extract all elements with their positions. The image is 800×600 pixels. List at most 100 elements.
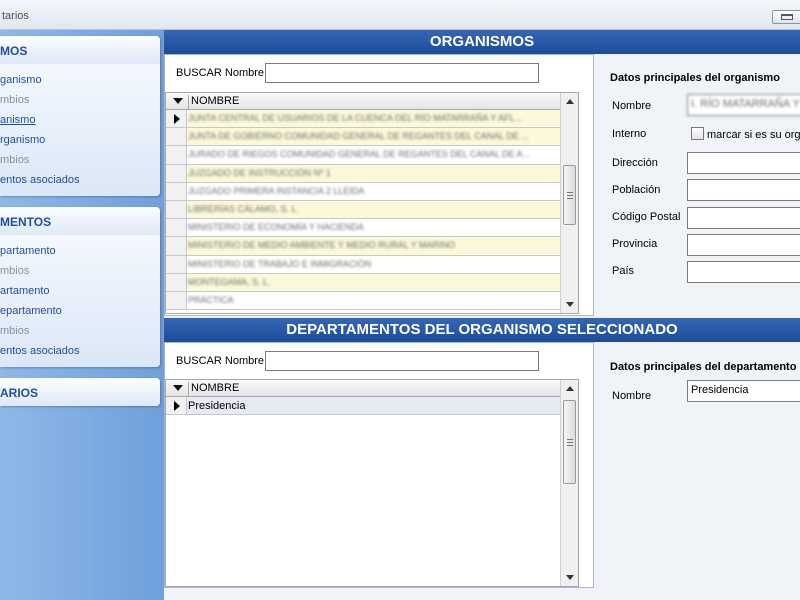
- table-row[interactable]: JUNTA DE GOBIERNO COMUNIDAD GENERAL DE R…: [166, 128, 578, 147]
- sidebar-group-organismos: MOS ganismo mbios anismo rganismo mbios …: [0, 36, 160, 196]
- organismos-list-pane: BUSCAR Nombre NOMBRE JUNTA CENTRAL DE US…: [164, 54, 594, 316]
- organismos-scrollbar[interactable]: [560, 93, 578, 313]
- sidebar-group-body: ganismo mbios anismo rganismo mbios ento…: [0, 64, 160, 196]
- row-header[interactable]: [166, 146, 187, 164]
- departamento-details: Datos principales del departamento Nombr…: [594, 342, 800, 588]
- scroll-up-icon[interactable]: [566, 99, 574, 104]
- sidebar-item-borrar-departamento[interactable]: epartamento: [0, 301, 160, 321]
- restore-button[interactable]: [772, 10, 800, 24]
- departamentos-search-input[interactable]: [265, 351, 539, 371]
- table-row[interactable]: JURADO DE RIEGOS COMUNIDAD GENERAL DE RE…: [166, 146, 578, 165]
- departamentos-rows: Presidencia: [166, 397, 578, 416]
- sidebar-item-editar-departamento[interactable]: artamento: [0, 281, 160, 301]
- scroll-up-icon[interactable]: [566, 386, 574, 391]
- organismos-search-input[interactable]: [265, 63, 539, 83]
- table-cell: LIBRERÍAS CÁLAMO, S. L.: [188, 203, 300, 214]
- organismo-details-heading: Datos principales del organismo: [610, 72, 780, 84]
- departamento-nombre-label: Nombre: [612, 390, 652, 402]
- sidebar-group-departamentos: MENTOS partamento mbios artamento eparta…: [0, 207, 160, 367]
- row-header[interactable]: [166, 128, 187, 146]
- organismos-title: ORGANISMOS: [164, 30, 800, 54]
- nombre-field[interactable]: I. RÍO MATARRAÑA Y A: [687, 94, 800, 116]
- table-row[interactable]: MINISTERIO DE MEDIO AMBIENTE Y MEDIO RUR…: [166, 237, 578, 256]
- table-cell: JUNTA CENTRAL DE USUARIOS DE LA CUENCA D…: [188, 113, 523, 123]
- row-header[interactable]: [166, 164, 187, 182]
- table-cell: MINISTERIO DE TRABAJO E INMIGRACIÓN: [188, 258, 372, 269]
- table-row[interactable]: Presidencia: [166, 397, 578, 416]
- row-header[interactable]: [166, 200, 187, 219]
- organismos-grid: NOMBRE JUNTA CENTRAL DE USUARIOS DE LA C…: [165, 92, 579, 314]
- row-header[interactable]: [166, 110, 187, 128]
- table-row[interactable]: JUNTA CENTRAL DE USUARIOS DE LA CUENCA D…: [166, 110, 578, 129]
- poblacion-label: Población: [612, 184, 661, 196]
- table-row[interactable]: MINISTERIO DE ECONOMÍA Y HACIENDA: [166, 219, 578, 238]
- row-header[interactable]: [166, 219, 187, 237]
- table-cell: PRÁCTICA: [188, 294, 234, 305]
- organismos-rows: JUNTA CENTRAL DE USUARIOS DE LA CUENCA D…: [166, 110, 578, 311]
- table-row[interactable]: MONTEGAMA, S. L.: [166, 273, 578, 292]
- table-cell: MINISTERIO DE MEDIO AMBIENTE Y MEDIO RUR…: [188, 240, 456, 251]
- table-row[interactable]: PRÁCTICA: [166, 291, 578, 311]
- row-header[interactable]: [166, 255, 187, 273]
- interno-checkbox-label: marcar si es su organismo: [707, 129, 800, 141]
- table-cell: MONTEGAMA, S. L.: [188, 276, 271, 287]
- scrollbar-thumb[interactable]: [563, 400, 576, 484]
- sort-down-icon[interactable]: [173, 98, 183, 104]
- sidebar-item-nuevo-departamento[interactable]: partamento: [0, 241, 160, 261]
- nombre-label: Nombre: [612, 100, 652, 112]
- table-cell: JUZGADO DE INSTRUCCIÓN Nº 1: [188, 167, 331, 178]
- column-header-nombre[interactable]: NOMBRE: [188, 95, 239, 110]
- table-cell: Presidencia: [188, 400, 246, 412]
- codigo-postal-field[interactable]: [687, 207, 800, 229]
- window-title-bar: tarios: [0, 0, 800, 30]
- sidebar-item-documentos-asociados[interactable]: entos asociados: [0, 170, 160, 190]
- table-row[interactable]: JUZGADO DE INSTRUCCIÓN Nº 1: [166, 164, 578, 183]
- sidebar-group-body: partamento mbios artamento epartamento m…: [0, 235, 160, 367]
- sidebar-item-deshacer-cambios[interactable]: mbios: [0, 150, 160, 170]
- row-header[interactable]: [166, 273, 187, 291]
- table-cell: JURADO DE RIEGOS COMUNIDAD GENERAL DE RE…: [188, 149, 531, 160]
- row-header[interactable]: [166, 237, 187, 255]
- scrollbar-thumb[interactable]: [563, 165, 576, 225]
- table-row[interactable]: MINISTERIO DE TRABAJO E INMIGRACIÓN: [166, 255, 578, 274]
- sidebar-item-guardar-cambios[interactable]: mbios: [0, 261, 160, 281]
- pais-label: País: [612, 265, 635, 277]
- sidebar-item-documentos-asociados[interactable]: entos asociados: [0, 341, 160, 361]
- interno-label: Interno: [612, 128, 647, 140]
- sidebar: MOS ganismo mbios anismo rganismo mbios …: [0, 30, 164, 600]
- restore-icon: [781, 14, 793, 20]
- scroll-down-icon[interactable]: [566, 575, 574, 580]
- poblacion-field[interactable]: [687, 179, 800, 201]
- interno-checkbox[interactable]: [691, 127, 704, 140]
- table-row[interactable]: LIBRERÍAS CÁLAMO, S. L.: [166, 200, 578, 220]
- table-row[interactable]: JUZGADO PRIMERA INSTANCIA 2 LLEIDA: [166, 182, 578, 201]
- row-header[interactable]: [166, 397, 187, 415]
- sidebar-group-header[interactable]: MOS: [0, 36, 160, 64]
- sidebar-item-borrar-organismo[interactable]: rganismo: [0, 130, 160, 150]
- departamentos-grid-header: NOMBRE: [166, 380, 578, 397]
- current-row-pointer-icon: [174, 114, 180, 124]
- codigo-postal-label: Código Postal: [612, 211, 681, 223]
- scroll-down-icon[interactable]: [566, 302, 574, 307]
- sidebar-group-header[interactable]: MENTOS: [0, 207, 160, 235]
- current-row-pointer-icon: [174, 401, 180, 411]
- departamentos-search-label: BUSCAR Nombre: [176, 355, 265, 367]
- departamentos-grid: NOMBRE Presidencia: [165, 379, 579, 587]
- row-header[interactable]: [166, 291, 187, 310]
- table-cell: JUZGADO PRIMERA INSTANCIA 2 LLEIDA: [188, 185, 365, 196]
- sort-down-icon[interactable]: [173, 385, 183, 391]
- departamento-nombre-field[interactable]: Presidencia: [687, 380, 800, 402]
- pais-field[interactable]: [687, 261, 800, 283]
- sidebar-item-deshacer-cambios[interactable]: mbios: [0, 321, 160, 341]
- provincia-label: Provincia: [612, 238, 658, 250]
- window-title: tarios: [2, 10, 29, 22]
- provincia-field[interactable]: [687, 234, 800, 256]
- row-header[interactable]: [166, 182, 187, 200]
- sidebar-group-header[interactable]: ARIOS: [0, 378, 160, 406]
- sidebar-item-nuevo-organismo[interactable]: ganismo: [0, 70, 160, 90]
- sidebar-item-guardar-cambios[interactable]: mbios: [0, 90, 160, 110]
- direccion-field[interactable]: [687, 152, 800, 174]
- departamentos-scrollbar[interactable]: [560, 380, 578, 586]
- sidebar-item-editar-organismo[interactable]: anismo: [0, 110, 160, 130]
- column-header-nombre[interactable]: NOMBRE: [188, 382, 239, 397]
